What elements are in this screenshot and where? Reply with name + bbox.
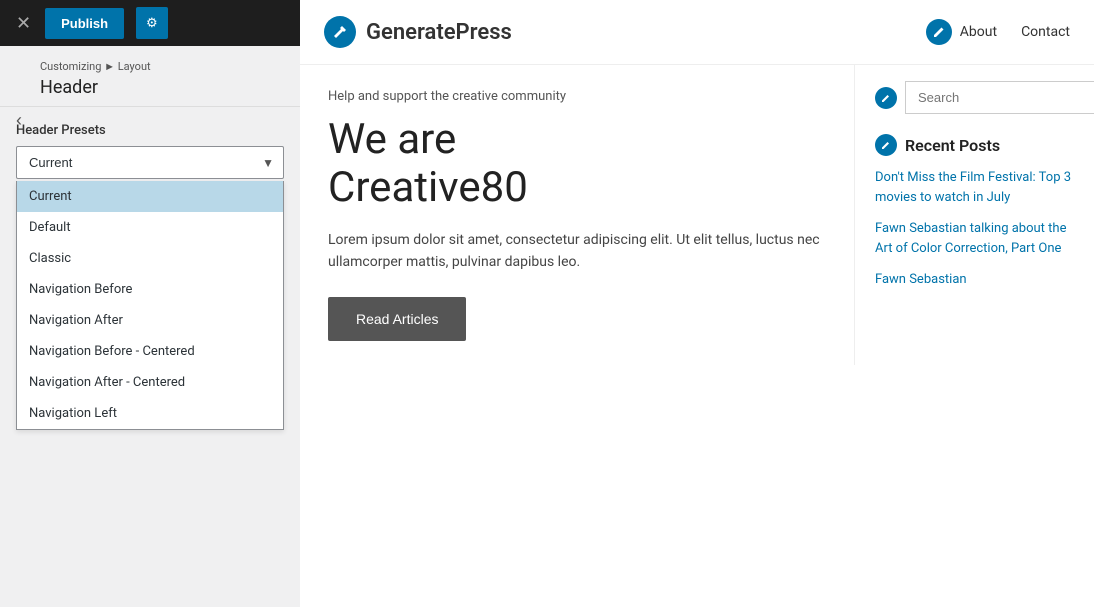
hero-subtitle: Help and support the creative community (328, 89, 826, 104)
recent-posts-title: Recent Posts (905, 136, 1000, 155)
pencil-small-icon (881, 93, 891, 103)
dropdown-container: Current ▼ Current Default Classic Naviga… (16, 146, 284, 179)
site-logo-icon[interactable] (324, 16, 356, 48)
edit-recent-posts-icon[interactable] (875, 134, 897, 156)
panel-content: Header Presets Current ▼ Current Default… (0, 107, 300, 607)
back-button[interactable]: ‹ (8, 106, 30, 135)
presets-select[interactable]: Current (16, 146, 284, 179)
edit-search-icon[interactable] (875, 87, 897, 109)
site-name: GeneratePress (366, 20, 512, 45)
search-input[interactable] (905, 81, 1094, 114)
nav-item-contact[interactable]: Contact (1021, 24, 1070, 40)
logo-svg (332, 24, 348, 40)
post-link-1[interactable]: Fawn Sebastian talking about the Art of … (875, 219, 1074, 258)
top-bar: ✕ Publish ⚙ (0, 0, 300, 46)
nav-item-about[interactable]: About (960, 24, 997, 40)
main-content: Help and support the creative community … (300, 65, 1094, 365)
pencil-recent-icon (881, 140, 891, 150)
dropdown-item-default[interactable]: Default (17, 212, 283, 243)
hero-title-line1: We are (328, 115, 456, 164)
hero-title: We are Creative80 (328, 116, 826, 213)
breadcrumb-part2: Layout (118, 60, 151, 73)
recent-posts-header: Recent Posts (875, 134, 1074, 156)
site-logo-area: GeneratePress (324, 16, 512, 48)
dropdown-list: Current Default Classic Navigation Befor… (16, 181, 284, 430)
header-right: About Contact (926, 19, 1070, 45)
presets-label: Header Presets (16, 123, 284, 138)
close-button[interactable]: ✕ (12, 10, 35, 36)
site-header: GeneratePress About Contact (300, 0, 1094, 65)
dropdown-item-nav-before[interactable]: Navigation Before (17, 274, 283, 305)
preview-area: GeneratePress About Contact Help and sup… (300, 0, 1094, 607)
edit-header-icon[interactable] (926, 19, 952, 45)
nav-menu: About Contact (960, 24, 1070, 40)
content-main: Help and support the creative community … (300, 65, 854, 365)
dropdown-item-current[interactable]: Current (17, 181, 283, 212)
dropdown-item-nav-after[interactable]: Navigation After (17, 305, 283, 336)
dropdown-item-nav-before-centered[interactable]: Navigation Before - Centered (17, 336, 283, 367)
hero-title-line2: Creative80 (328, 163, 528, 212)
publish-button[interactable]: Publish (45, 8, 124, 39)
pencil-icon (933, 26, 945, 38)
left-panel: ✕ Publish ⚙ ‹ Customizing ► Layout Heade… (0, 0, 300, 607)
dropdown-item-nav-after-centered[interactable]: Navigation After - Centered (17, 367, 283, 398)
breadcrumb-part1: Customizing (40, 60, 101, 73)
hero-body: Lorem ipsum dolor sit amet, consectetur … (328, 229, 826, 274)
search-section (875, 81, 1074, 114)
post-link-2[interactable]: Fawn Sebastian (875, 270, 1074, 290)
breadcrumb: Customizing ► Layout (40, 60, 284, 73)
dropdown-item-classic[interactable]: Classic (17, 243, 283, 274)
dropdown-item-nav-left[interactable]: Navigation Left (17, 398, 283, 429)
read-articles-button[interactable]: Read Articles (328, 297, 466, 341)
sidebar-right: Recent Posts Don't Miss the Film Festiva… (854, 65, 1094, 365)
breadcrumb-area: ‹ Customizing ► Layout Header (0, 46, 300, 107)
settings-button[interactable]: ⚙ (136, 7, 168, 39)
search-box (905, 81, 1094, 114)
section-title: Header (40, 77, 284, 98)
post-link-0[interactable]: Don't Miss the Film Festival: Top 3 movi… (875, 168, 1074, 207)
breadcrumb-separator: ► (104, 60, 118, 73)
